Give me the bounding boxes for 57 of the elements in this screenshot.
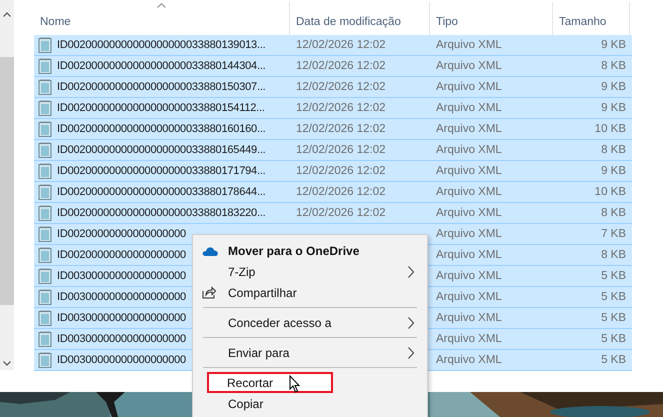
- file-name: ID00200000000000000000033880139013...: [57, 39, 266, 51]
- file-type: Arquivo XML: [436, 123, 502, 135]
- file-type: Arquivo XML: [436, 144, 502, 156]
- file-type: Arquivo XML: [436, 228, 502, 240]
- modified-date: 12/02/2026 12:02: [296, 144, 386, 156]
- file-size: 8 KB: [601, 249, 626, 261]
- modified-date: 12/02/2026 12:02: [296, 207, 386, 219]
- file-name: ID00200000000000000000033880178644...: [57, 186, 266, 198]
- file-name: ID00200000000000000000: [57, 249, 186, 261]
- file-type: Arquivo XML: [436, 354, 502, 366]
- modified-date: 12/02/2026 12:02: [296, 165, 386, 177]
- modified-date: 12/02/2026 12:02: [296, 81, 386, 93]
- modified-date: 12/02/2026 12:02: [296, 186, 386, 198]
- file-size: 10 KB: [594, 186, 626, 198]
- file-name: ID00200000000000000000033880183220...: [57, 207, 266, 219]
- file-name: ID00300000000000000000: [57, 333, 186, 345]
- file-type: Arquivo XML: [436, 312, 502, 324]
- file-size: 5 KB: [601, 291, 626, 303]
- file-size: 9 KB: [601, 102, 626, 114]
- file-type: Arquivo XML: [436, 186, 502, 198]
- file-name: ID00300000000000000000: [57, 270, 186, 282]
- file-type: Arquivo XML: [436, 165, 502, 177]
- file-size: 5 KB: [601, 354, 626, 366]
- file-type: Arquivo XML: [436, 60, 502, 72]
- file-name: ID00200000000000000000033880171794...: [57, 165, 266, 177]
- file-name: ID00200000000000000000033880150307...: [57, 81, 266, 93]
- file-size: 5 KB: [601, 333, 626, 345]
- file-name: ID00300000000000000000: [57, 312, 186, 324]
- file-size: 8 KB: [601, 144, 626, 156]
- modified-date: 12/02/2026 12:02: [296, 39, 386, 51]
- file-type: Arquivo XML: [436, 291, 502, 303]
- file-name: ID00300000000000000000: [57, 291, 186, 303]
- file-type: Arquivo XML: [436, 207, 502, 219]
- file-size: 5 KB: [601, 312, 626, 324]
- file-name: ID00200000000000000000033880165449...: [57, 144, 266, 156]
- file-type: Arquivo XML: [436, 102, 502, 114]
- file-type: Arquivo XML: [436, 270, 502, 282]
- file-type: Arquivo XML: [436, 81, 502, 93]
- file-size: 7 KB: [601, 228, 626, 240]
- file-type: Arquivo XML: [436, 249, 502, 261]
- file-size: 9 KB: [601, 81, 626, 93]
- file-name: ID00200000000000000000033880144304...: [57, 60, 266, 72]
- file-size: 9 KB: [601, 39, 626, 51]
- file-size: 10 KB: [594, 123, 626, 135]
- modified-date: 12/02/2026 12:02: [296, 123, 386, 135]
- modified-date: 12/02/2026 12:02: [296, 102, 386, 114]
- file-size: 5 KB: [601, 270, 626, 282]
- file-size: 9 KB: [601, 165, 626, 177]
- file-name: ID00200000000000000000033880154112...: [57, 102, 265, 114]
- file-size: 8 KB: [601, 207, 626, 219]
- file-name: ID00200000000000000000: [57, 228, 186, 240]
- file-type: Arquivo XML: [436, 333, 502, 345]
- file-type: Arquivo XML: [436, 39, 502, 51]
- file-size: 8 KB: [601, 60, 626, 72]
- modified-date: 12/02/2026 12:02: [296, 60, 386, 72]
- file-name: ID00300000000000000000: [57, 354, 186, 366]
- file-name: ID00200000000000000000033880160160...: [57, 123, 266, 135]
